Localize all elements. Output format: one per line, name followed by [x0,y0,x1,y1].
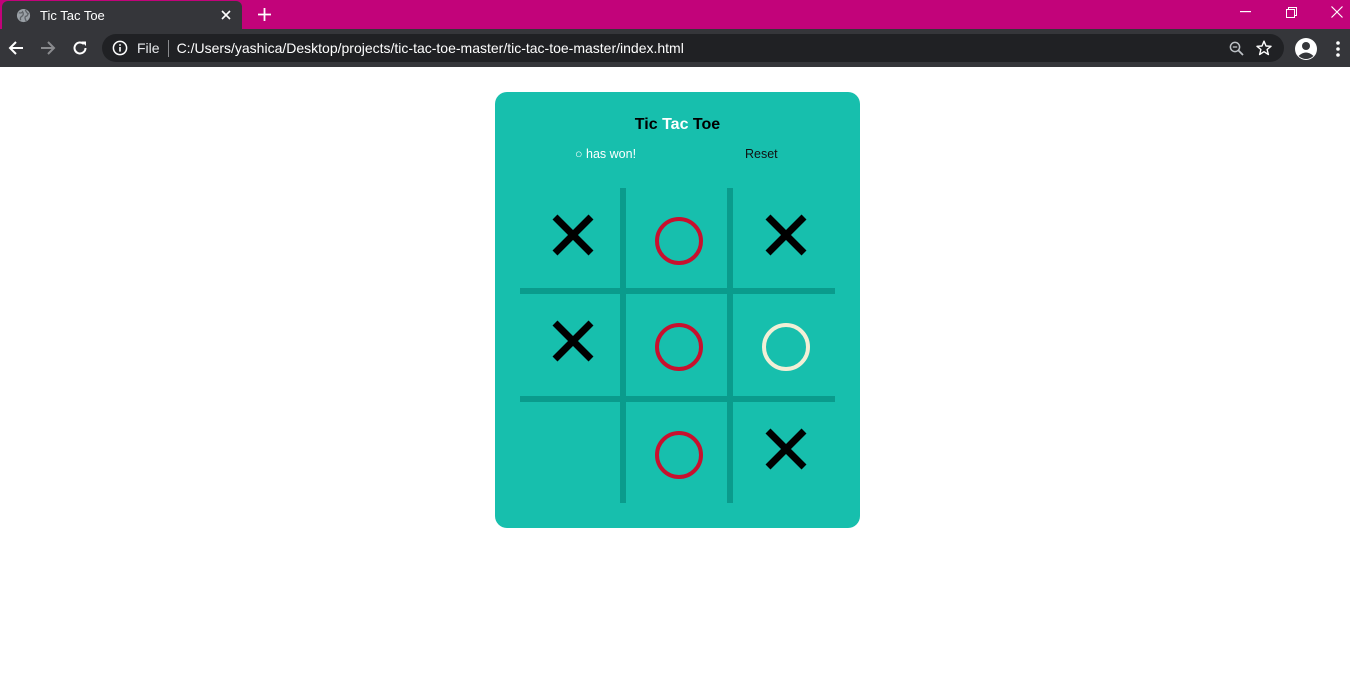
game-title: Tic Tac Toe [495,116,860,134]
title-word-tic: Tic [634,116,658,133]
plus-icon[interactable] [252,2,276,26]
x-mark-icon [552,320,593,361]
title-word-tac: Tac [662,116,689,133]
omnibox-divider [167,39,169,57]
address-bar[interactable]: File C:/Users/yashica/Desktop/projects/t… [102,34,1284,62]
url-text[interactable]: C:/Users/yashica/Desktop/projects/tic-ta… [177,40,1222,56]
o-mark-icon [654,216,703,265]
board-cell[interactable] [626,188,731,293]
zoom-icon[interactable] [1222,36,1250,60]
globe-icon [16,8,31,23]
reset-button[interactable]: Reset [745,147,778,161]
window-close-icon[interactable] [1314,0,1350,24]
game-status: ○ has won! [575,147,637,161]
browser-toolbar: File C:/Users/yashica/Desktop/projects/t… [0,29,1350,67]
x-mark-icon [765,428,806,469]
account-icon[interactable] [1293,36,1319,62]
browser-tab-title: Tic Tac Toe [40,7,105,23]
board-cell[interactable] [520,402,625,507]
board-cell[interactable] [626,294,731,399]
browser-tab-strip: Tic Tac Toe [0,0,1350,29]
back-arrow-icon[interactable] [4,36,28,60]
board-cell[interactable] [626,402,731,507]
board-cell[interactable] [520,294,625,399]
title-word-toe: Toe [692,116,721,133]
game-board [520,188,835,503]
browser-tab[interactable]: Tic Tac Toe [2,1,242,29]
close-icon[interactable] [213,2,239,28]
x-mark-icon [552,214,593,255]
kebab-menu-icon[interactable] [1328,37,1348,61]
game-card: Tic Tac Toe ○ has won! Reset [495,92,860,528]
o-mark-icon [761,322,810,371]
star-icon[interactable] [1250,36,1278,60]
o-mark-icon [654,430,703,479]
forward-arrow-icon[interactable] [36,36,60,60]
board-cell[interactable] [733,402,838,507]
reload-icon[interactable] [68,36,92,60]
scheme-label: File [137,40,160,56]
board-cell[interactable] [733,294,838,399]
x-mark-icon [765,214,806,255]
restore-icon[interactable] [1268,0,1314,24]
o-mark-icon [654,322,703,371]
info-icon[interactable] [112,40,128,56]
board-cell[interactable] [733,188,838,293]
minimize-icon[interactable] [1222,0,1268,24]
board-cell[interactable] [520,188,625,293]
